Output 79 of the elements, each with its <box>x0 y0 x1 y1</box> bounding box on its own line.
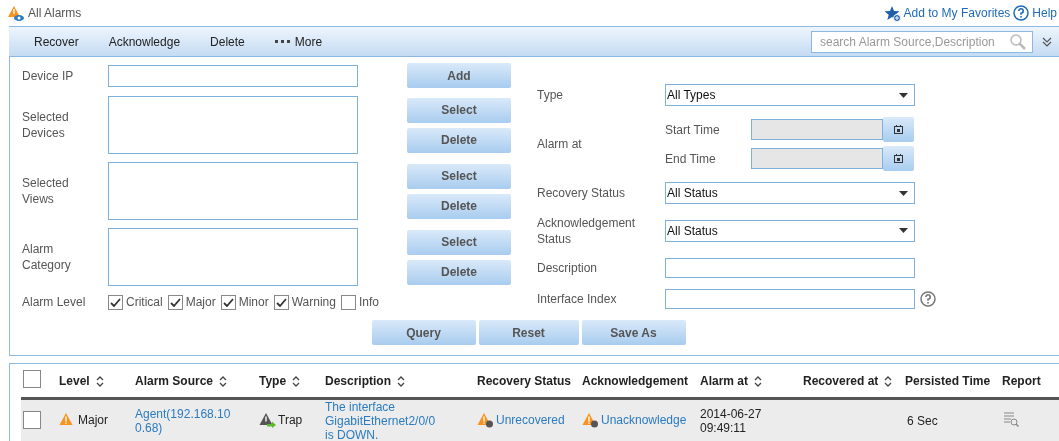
help-icon[interactable] <box>920 290 936 307</box>
calendar-icon <box>894 125 903 135</box>
checkbox-label: Minor <box>238 295 269 309</box>
report-icon[interactable] <box>1004 412 1019 427</box>
field-label: Start Time <box>665 121 721 138</box>
calendar-button[interactable] <box>883 117 914 143</box>
list-button[interactable]: Select <box>407 229 511 255</box>
checkbox[interactable] <box>167 294 183 310</box>
checkbox[interactable] <box>340 294 356 310</box>
toolbar-button[interactable]: Recover <box>34 34 79 49</box>
dots-icon <box>274 40 291 43</box>
checkbox[interactable] <box>273 294 289 310</box>
row-checkbox[interactable] <box>23 410 41 429</box>
expand-icon[interactable] <box>1042 36 1052 47</box>
checkbox-label: Info <box>358 295 379 309</box>
select-all-checkbox[interactable] <box>23 370 41 388</box>
toolbar-button[interactable]: Acknowledge <box>108 34 181 49</box>
list-button[interactable]: Delete <box>407 127 511 153</box>
checkbox[interactable] <box>220 294 236 310</box>
trap-icon <box>259 411 276 428</box>
list-field[interactable] <box>108 96 358 154</box>
field-label: Type <box>537 87 564 104</box>
list-button[interactable]: Delete <box>407 259 511 285</box>
interface-index-field[interactable] <box>665 288 915 309</box>
field-label: Acknowledgement Status <box>537 214 637 247</box>
sort-icon[interactable] <box>884 375 893 387</box>
caret-icon <box>899 92 908 98</box>
form-button[interactable]: Reset <box>478 320 579 345</box>
acknowledgement-status-dropdown[interactable]: All Status <box>665 219 915 242</box>
caret-icon <box>899 190 908 196</box>
caret-icon <box>899 228 908 234</box>
toolbar-button[interactable]: Delete <box>210 34 245 49</box>
checkbox[interactable] <box>108 294 123 310</box>
list-button[interactable]: Select <box>407 163 511 189</box>
table-cell-text: 6 Sec <box>906 414 938 428</box>
add-button[interactable]: Add <box>407 63 511 88</box>
sort-icon[interactable] <box>292 375 301 387</box>
field-label: Alarm Level <box>22 294 87 310</box>
field-label: End Time <box>665 150 717 167</box>
more-button[interactable]: More <box>274 34 323 49</box>
type-dropdown[interactable]: All Types <box>665 84 915 107</box>
calendar-button[interactable] <box>883 146 914 172</box>
field-label: Selected Devices <box>22 109 70 141</box>
field-label: Interface Index <box>537 290 618 307</box>
alarm-eye-icon <box>8 4 25 22</box>
field-label: Selected Views <box>22 175 70 207</box>
sort-icon[interactable] <box>219 375 228 387</box>
checkbox-label: Warning <box>291 295 336 309</box>
warning-question-icon <box>582 411 599 428</box>
form-button[interactable]: Save As <box>581 320 686 345</box>
help-link[interactable]: Help <box>1032 6 1057 20</box>
field-label: Device IP <box>22 67 75 84</box>
table-cell: Major <box>78 412 108 427</box>
recovery-status-dropdown[interactable]: All Status <box>665 182 915 205</box>
add-favorites-link[interactable]: Add to My Favorites <box>903 6 1011 20</box>
list-button[interactable]: Select <box>407 97 511 123</box>
checkbox-label: Critical <box>126 295 163 309</box>
star-plus-icon[interactable] <box>883 4 901 22</box>
calendar-icon <box>894 154 903 164</box>
field-label: Description <box>537 259 599 276</box>
sort-icon[interactable] <box>95 375 104 387</box>
warning-question-icon <box>477 411 494 428</box>
help-icon[interactable] <box>1013 5 1030 21</box>
list-field[interactable] <box>108 228 358 286</box>
page-title: All Alarms <box>28 6 82 20</box>
field-label: Recovery Status <box>537 185 627 202</box>
search-field[interactable]: search Alarm Source,Description <box>811 30 1033 53</box>
form-button[interactable]: Query <box>371 320 476 345</box>
checkbox-label: Major <box>185 295 216 309</box>
field-label: Alarm Category <box>22 241 72 273</box>
table-cell: Trap <box>278 412 303 427</box>
description-field[interactable] <box>665 257 915 278</box>
table-cell-text: 2014-06-27 09:49:11 <box>700 407 763 435</box>
list-field[interactable] <box>108 162 358 220</box>
field-label: Alarm at <box>537 136 583 153</box>
sort-icon[interactable] <box>397 375 405 387</box>
sort-icon[interactable] <box>754 375 763 387</box>
list-button[interactable]: Delete <box>407 193 511 219</box>
device-ip-field[interactable] <box>108 64 358 87</box>
